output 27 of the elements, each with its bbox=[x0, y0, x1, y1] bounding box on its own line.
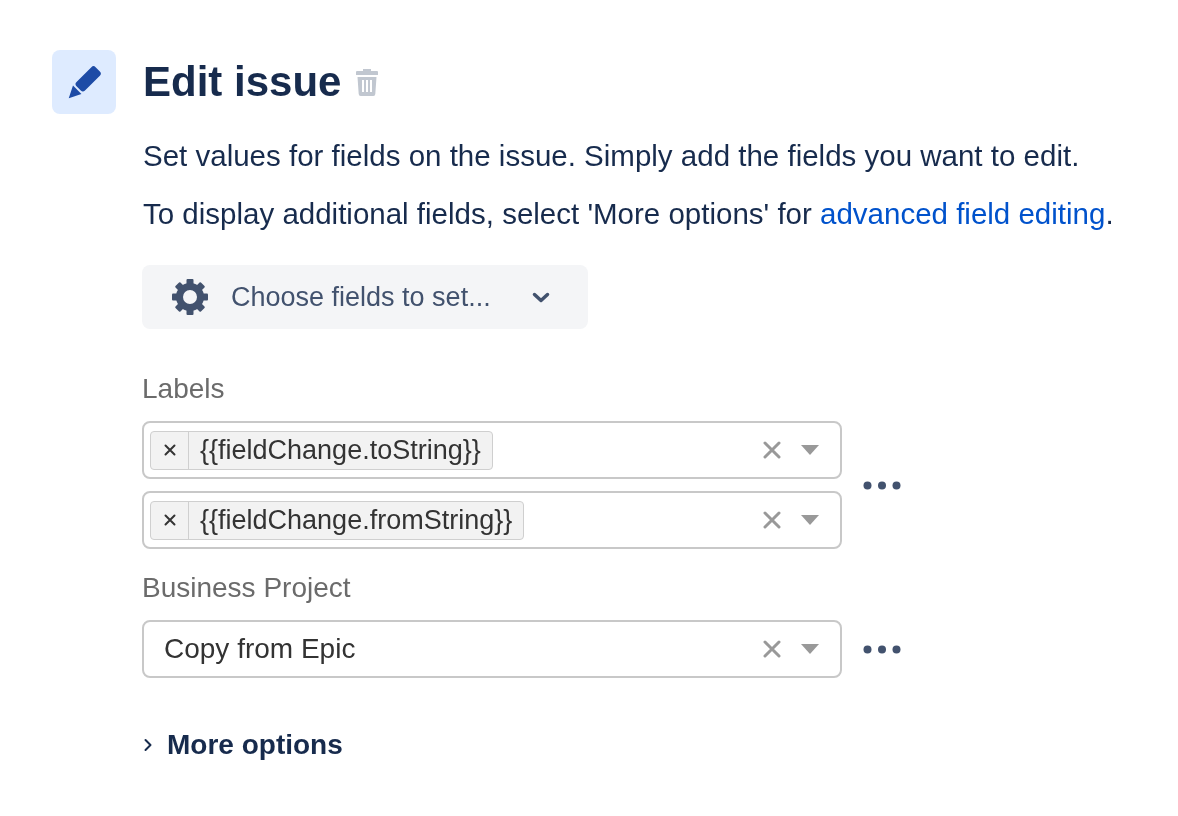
field-label: Business Project bbox=[142, 571, 351, 605]
caret-down-icon[interactable] bbox=[801, 445, 819, 455]
tag-label: {{fieldChange.toString}} bbox=[199, 433, 482, 467]
tag-label: {{fieldChange.fromString}} bbox=[199, 503, 514, 537]
tag-select-field[interactable]: {{fieldChange.fromString}} bbox=[142, 491, 842, 549]
chevron-down-icon bbox=[532, 291, 550, 303]
caret-down-icon[interactable] bbox=[801, 515, 819, 525]
description-text: Set values for fields on the issue. Simply add the fields you want to edit. bbox=[143, 138, 1080, 174]
page-title: Edit issue bbox=[143, 61, 342, 103]
ellipsis-icon[interactable] bbox=[863, 644, 901, 654]
close-icon bbox=[163, 514, 176, 526]
choose-fields-button[interactable]: Choose fields to set... bbox=[142, 265, 588, 329]
close-icon[interactable] bbox=[763, 511, 781, 529]
caret-down-icon[interactable] bbox=[801, 644, 819, 654]
select-field[interactable]: Copy from Epic bbox=[142, 620, 842, 678]
close-icon[interactable] bbox=[763, 441, 781, 459]
trash-icon[interactable] bbox=[356, 68, 379, 96]
field-label: Labels bbox=[142, 372, 225, 406]
text-link[interactable]: advanced field editing bbox=[820, 197, 1106, 230]
gear-icon bbox=[172, 279, 208, 315]
tag-select-field[interactable]: {{fieldChange.toString}} bbox=[142, 421, 842, 479]
more-options-toggle[interactable]: More options bbox=[143, 727, 343, 763]
description-text: To display additional fields, select 'More options' for advanced field editing. bbox=[143, 196, 1114, 232]
close-icon[interactable] bbox=[763, 640, 781, 658]
close-icon bbox=[163, 444, 176, 456]
pencil-icon bbox=[52, 50, 116, 114]
ellipsis-icon[interactable] bbox=[863, 480, 901, 490]
